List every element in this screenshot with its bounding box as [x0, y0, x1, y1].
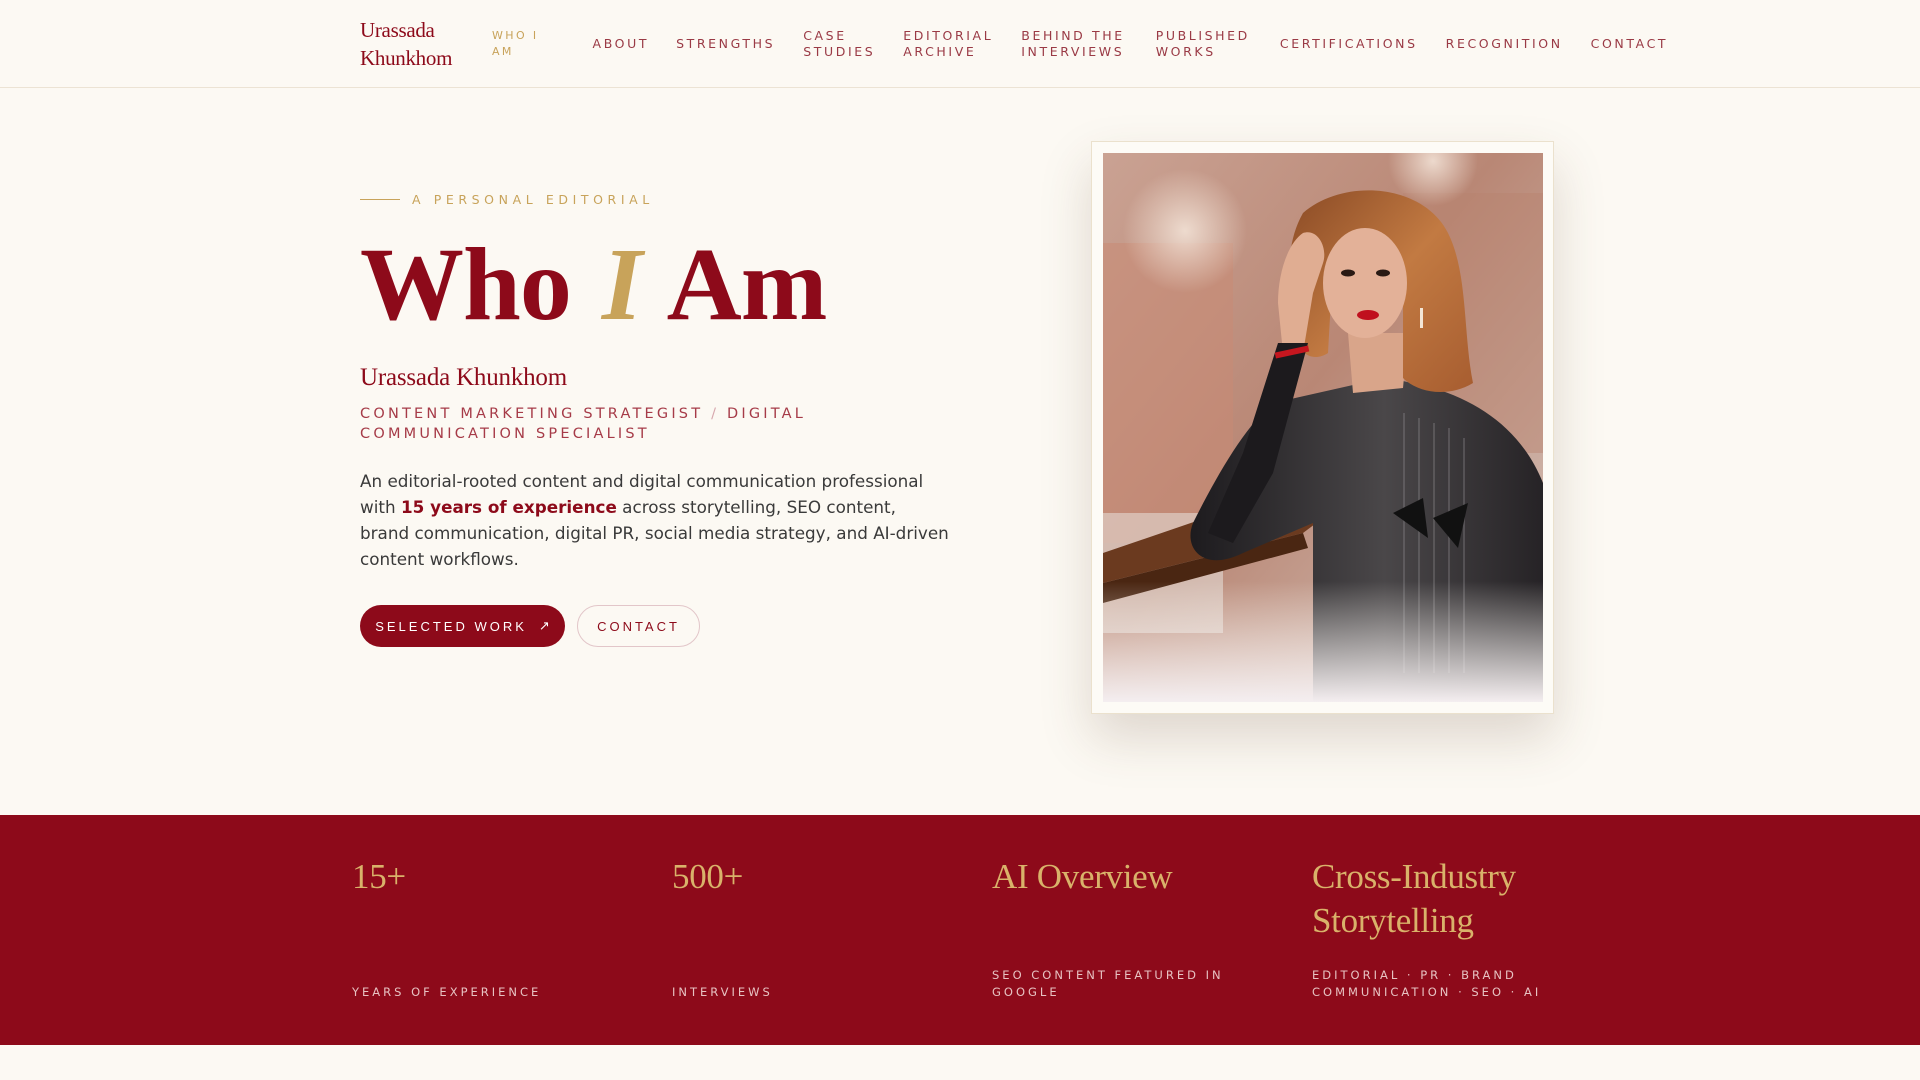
stat-years-experience: 15+ Years of Experience — [352, 815, 612, 1045]
nav-label: Published — [1155, 28, 1250, 43]
nav-item-strengths[interactable]: Strengths — [676, 36, 775, 52]
brand-first-name: Urassada — [360, 18, 435, 42]
arrow-up-right-icon: ↗ — [538, 618, 550, 633]
role-separator: / — [711, 406, 720, 422]
selected-work-label: Selected Work — [375, 618, 527, 634]
nav-label: Certifications — [1279, 36, 1418, 51]
stat-cross-industry: Cross-Industry Storytelling Editorial · … — [1312, 815, 1572, 1045]
nav-label: Strengths — [676, 36, 776, 51]
nav-label: Behind the — [1021, 28, 1125, 43]
nav-label: Studies — [803, 44, 876, 59]
nav-item-case-studies[interactable]: Case Studies — [803, 28, 875, 60]
eyebrow-rule — [360, 199, 400, 200]
top-navigation: Urassada Khunkhom Who I Am About Strengt… — [0, 0, 1920, 88]
brand-logo[interactable]: Urassada Khunkhom — [360, 16, 452, 72]
nav-item-recognition[interactable]: Recognition — [1446, 36, 1563, 52]
stat-label: Interviews — [672, 985, 773, 999]
hero-title-part2: Am — [666, 227, 828, 342]
hero-eyebrow: A Personal Editorial — [360, 192, 654, 207]
stats-band: 15+ Years of Experience 500+ Interviews … — [0, 815, 1920, 1045]
nav-label: Am — [492, 45, 514, 58]
stat-value: AI Overview — [992, 857, 1173, 896]
stat-interviews: 500+ Interviews — [672, 815, 932, 1045]
hero-title-part1: Who — [360, 227, 572, 342]
person-name: Urassada Khunkhom — [360, 364, 567, 391]
stat-label: Years of Experience — [352, 985, 542, 999]
nav-label: Who I — [492, 29, 539, 42]
stat-label: SEO Content Featured in Google — [992, 968, 1224, 999]
nav-label: Case — [803, 28, 847, 43]
intro-highlight: 15 years of experience — [400, 497, 617, 517]
nav-label: Archive — [903, 44, 977, 59]
intro-paragraph: An editorial-rooted content and digital … — [360, 468, 950, 572]
stat-label: Editorial · PR · Brand Communication · S… — [1312, 968, 1542, 999]
nav-item-certifications[interactable]: Certifications — [1280, 36, 1418, 52]
stat-value: 15+ — [352, 857, 406, 896]
nav-item-contact[interactable]: Contact — [1591, 36, 1668, 52]
portrait-photo — [1103, 153, 1543, 702]
stat-ai-overview: AI Overview SEO Content Featured in Goog… — [992, 815, 1242, 1045]
hero-title-accent: I — [601, 227, 642, 342]
nav-label: About — [592, 36, 650, 51]
contact-button[interactable]: Contact — [577, 605, 700, 647]
nav-item-who-i-am[interactable]: Who I Am — [492, 28, 539, 60]
stat-value: Cross-Industry Storytelling — [1312, 857, 1516, 940]
nav-label: Interviews — [1021, 44, 1125, 59]
eyebrow-text: A Personal Editorial — [412, 192, 654, 207]
portrait-frame — [1091, 141, 1554, 714]
nav-item-behind-the-interviews[interactable]: Behind the Interviews — [1021, 28, 1124, 60]
nav-label: Works — [1155, 44, 1216, 59]
nav-label: Contact — [1590, 36, 1669, 51]
role-title: Content Marketing Strategist / Digital C… — [360, 404, 880, 444]
role-part1: Content Marketing Strategist — [360, 406, 704, 422]
hero-title: Who I Am — [360, 222, 828, 348]
nav-item-editorial-archive[interactable]: Editorial Archive — [903, 28, 993, 60]
portrait-illustration — [1103, 153, 1543, 702]
nav-links: Who I Am About Strengths Case Studies Ed… — [492, 0, 1668, 88]
brand-last-name: Khunkhom — [360, 46, 453, 70]
nav-label: Recognition — [1445, 36, 1563, 51]
nav-label: Editorial — [903, 28, 994, 43]
nav-item-published-works[interactable]: Published Works — [1156, 28, 1250, 60]
contact-button-label: Contact — [597, 618, 680, 634]
selected-work-button[interactable]: Selected Work ↗ — [360, 605, 565, 647]
stat-value: 500+ — [672, 857, 744, 896]
nav-item-about[interactable]: About — [593, 36, 650, 52]
